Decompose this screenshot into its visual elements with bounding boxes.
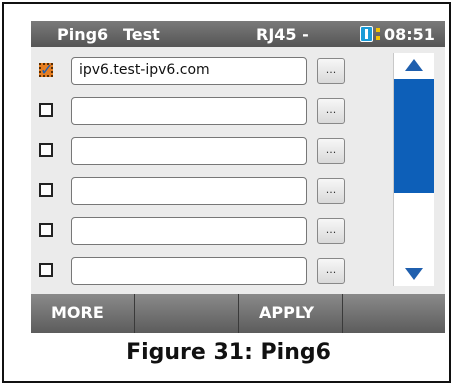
status-mode: Test [123, 25, 160, 44]
softkey-apply-label: APPLY [259, 303, 315, 322]
browse-button[interactable]: ... [317, 258, 345, 284]
browse-button[interactable]: ... [317, 138, 345, 164]
address-field[interactable]: ipv6.test-ipv6.com [71, 57, 307, 85]
row-checkbox[interactable] [39, 143, 53, 157]
status-port: RJ45 - [256, 25, 309, 44]
address-row: ... [31, 93, 391, 127]
row-checkbox[interactable] [39, 183, 53, 197]
scroll-down-button[interactable] [394, 260, 434, 286]
address-field[interactable] [71, 257, 307, 285]
row-checkbox[interactable] [39, 60, 53, 79]
address-row: ... [31, 213, 391, 247]
row-checkbox[interactable] [39, 223, 53, 237]
row-checkbox[interactable] [39, 103, 53, 117]
battery-icon [360, 26, 373, 42]
status-time: 08:51 [384, 25, 435, 44]
scrollbar[interactable] [393, 53, 434, 286]
browse-button[interactable]: ... [317, 218, 345, 244]
arrow-up-icon [405, 59, 423, 71]
address-field[interactable] [71, 97, 307, 125]
address-row: ... [31, 173, 391, 207]
softkey-4[interactable] [343, 294, 445, 333]
address-field[interactable] [71, 217, 307, 245]
address-row: ... [31, 253, 391, 287]
status-bar: Ping6 Test RJ45 - 08:51 [31, 21, 445, 47]
arrow-down-icon [405, 268, 423, 280]
softkey-2[interactable] [135, 294, 239, 333]
address-row: ipv6.test-ipv6.com ... [31, 53, 391, 87]
address-row: ... [31, 133, 391, 167]
figure-frame: Ping6 Test RJ45 - 08:51 ipv6.test-ipv6.c… [2, 2, 451, 383]
softkey-bar: MORE APPLY [31, 294, 445, 333]
address-field[interactable] [71, 137, 307, 165]
scrollbar-thumb[interactable] [394, 79, 434, 193]
row-checkbox[interactable] [39, 263, 53, 277]
browse-button[interactable]: ... [317, 178, 345, 204]
battery-level-icon [376, 28, 380, 40]
status-title: Ping6 [57, 25, 109, 44]
device-screen: Ping6 Test RJ45 - 08:51 ipv6.test-ipv6.c… [31, 21, 445, 333]
softkey-more-label: MORE [51, 303, 104, 322]
address-field[interactable] [71, 177, 307, 205]
figure-caption: Figure 31: Ping6 [126, 340, 331, 365]
browse-button[interactable]: ... [317, 58, 345, 84]
scroll-up-button[interactable] [394, 53, 434, 79]
softkey-apply[interactable]: APPLY [239, 294, 343, 333]
softkey-more[interactable]: MORE [31, 294, 135, 333]
browse-button[interactable]: ... [317, 98, 345, 124]
